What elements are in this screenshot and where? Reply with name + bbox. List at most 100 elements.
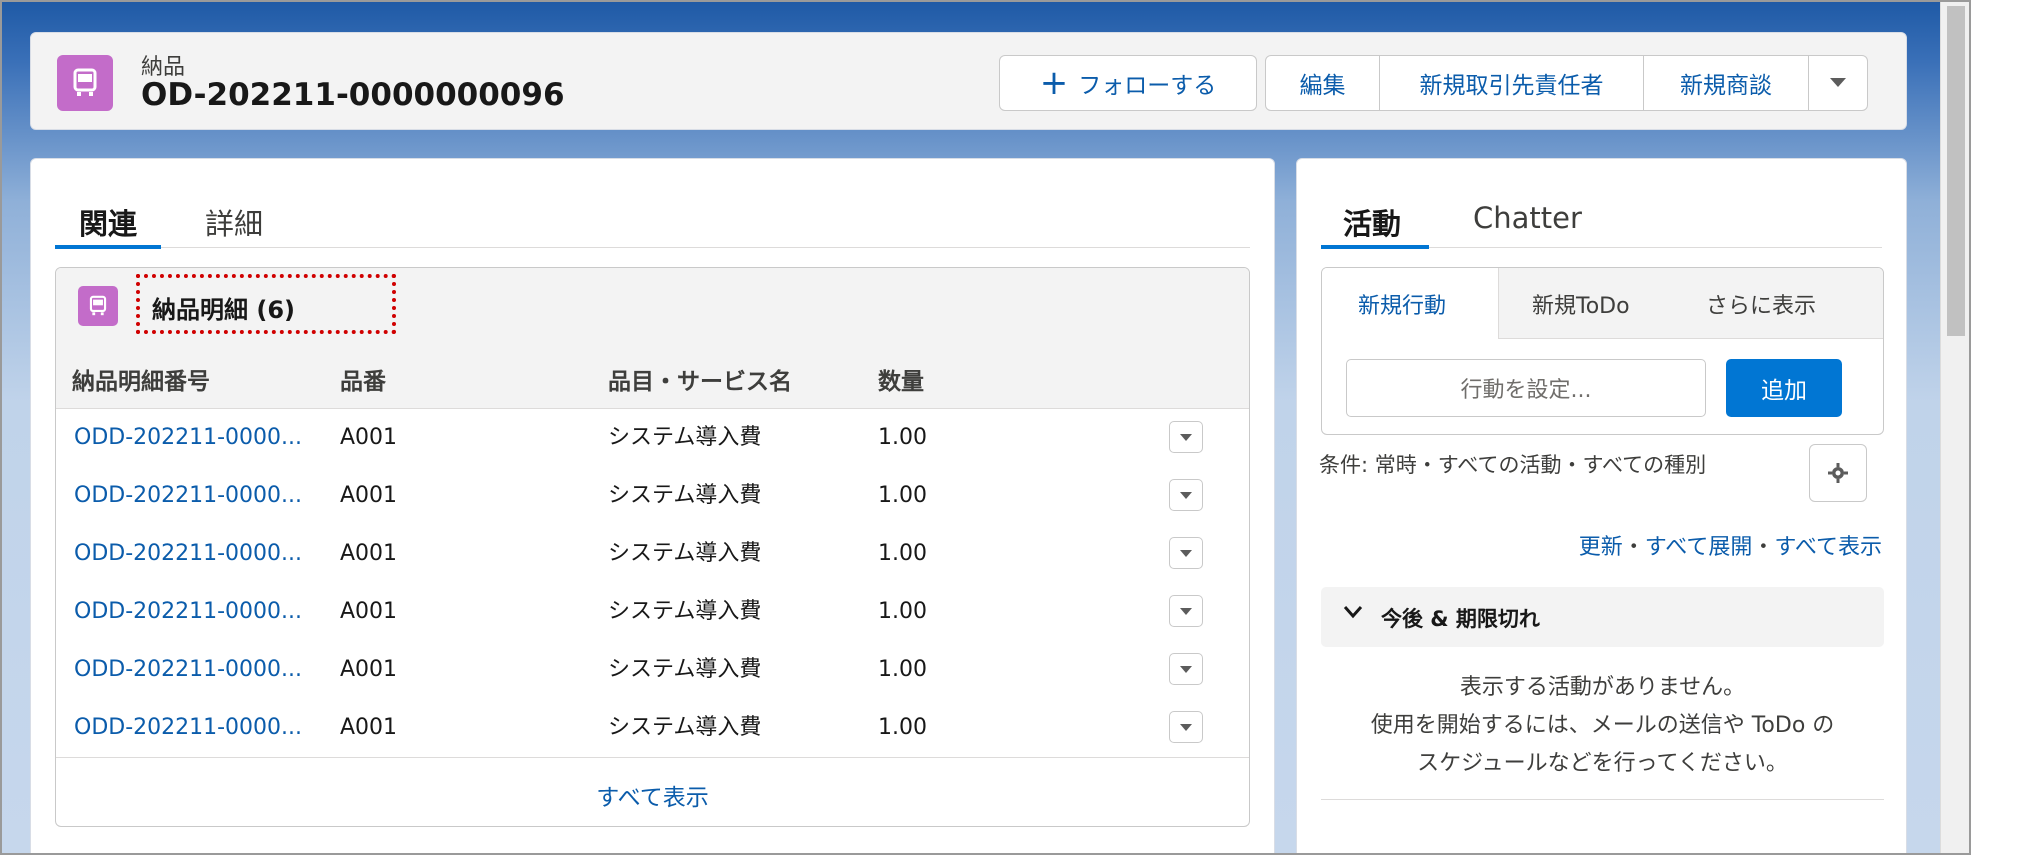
- vertical-scrollbar[interactable]: [1940, 2, 1969, 853]
- record-header: 納品 OD-202211-0000000096 + フォローする 編集 新規取引…: [30, 32, 1907, 130]
- truck-icon: [57, 55, 113, 111]
- row-quantity: 1.00: [878, 657, 927, 682]
- row-actions-button[interactable]: [1169, 653, 1203, 685]
- column-header: 品番: [340, 369, 386, 395]
- refresh-link[interactable]: 更新: [1579, 535, 1623, 560]
- chevron-down-icon: [1830, 78, 1846, 87]
- row-quantity: 1.00: [878, 483, 927, 508]
- related-panel: 関連 詳細 納品明細 (6) 納品明細番号 品番 品目・サービス名 数量 ODD…: [30, 158, 1275, 853]
- row-actions-button[interactable]: [1169, 537, 1203, 569]
- row-quantity: 1.00: [878, 425, 927, 450]
- row-item-name: システム導入費: [608, 657, 762, 682]
- chevron-down-icon: [1180, 723, 1192, 731]
- more-actions-button[interactable]: [1808, 55, 1868, 111]
- tab-details[interactable]: 詳細: [205, 201, 263, 243]
- row-item-name: システム導入費: [608, 483, 762, 508]
- table-row: ODD-202211-0000... A001 システム導入費 1.00: [56, 467, 1249, 526]
- row-number-link[interactable]: ODD-202211-0000...: [74, 425, 302, 450]
- divider: [1321, 799, 1884, 800]
- row-number-link[interactable]: ODD-202211-0000...: [74, 657, 302, 682]
- row-product-code: A001: [340, 541, 398, 566]
- table-row: ODD-202211-0000... A001 システム導入費 1.00: [56, 699, 1249, 758]
- empty-line: 使用を開始するには、メールの送信や ToDo の: [1370, 713, 1835, 738]
- row-actions-button[interactable]: [1169, 595, 1203, 627]
- new-opportunity-button[interactable]: 新規商談: [1643, 55, 1809, 111]
- gear-icon: [1828, 463, 1848, 483]
- tab-new-event[interactable]: 新規行動: [1322, 268, 1499, 339]
- row-quantity: 1.00: [878, 599, 927, 624]
- scrollbar-thumb[interactable]: [1947, 6, 1965, 336]
- chevron-down-icon: [1180, 549, 1192, 557]
- related-list-header: 納品明細 (6): [56, 268, 1249, 347]
- plus-icon: +: [1039, 63, 1069, 103]
- chevron-down-icon: [1180, 433, 1192, 441]
- chevron-down-icon: [1343, 606, 1363, 619]
- separator: ・: [1752, 535, 1775, 560]
- row-item-name: システム導入費: [608, 599, 762, 624]
- row-item-name: システム導入費: [608, 425, 762, 450]
- tab-new-task[interactable]: 新規ToDo: [1532, 288, 1630, 320]
- tab-chatter[interactable]: Chatter: [1473, 201, 1582, 235]
- active-tab-indicator: [1321, 245, 1429, 249]
- section-title: 今後 & 期限切れ: [1381, 607, 1540, 631]
- row-quantity: 1.00: [878, 715, 927, 740]
- column-header: 品目・サービス名: [608, 369, 792, 395]
- view-all-link[interactable]: すべて表示: [1774, 535, 1882, 560]
- row-product-code: A001: [340, 425, 398, 450]
- row-product-code: A001: [340, 715, 398, 740]
- view-all-link[interactable]: すべて表示: [56, 778, 1249, 812]
- tab-more[interactable]: さらに表示: [1706, 288, 1816, 320]
- empty-state-message: 表示する活動がありません。 使用を開始するには、メールの送信や ToDo の ス…: [1321, 669, 1884, 783]
- row-product-code: A001: [340, 599, 398, 624]
- active-tab-indicator: [55, 245, 161, 249]
- table-row: ODD-202211-0000... A001 システム導入費 1.00: [56, 409, 1249, 468]
- follow-button-label: フォローする: [1078, 73, 1217, 99]
- activity-panel: 活動 Chatter 新規行動 新規ToDo さらに表示 行動を設定... 追加…: [1296, 158, 1907, 853]
- row-number-link[interactable]: ODD-202211-0000...: [74, 483, 302, 508]
- table-row: ODD-202211-0000... A001 システム導入費 1.00: [56, 583, 1249, 642]
- row-product-code: A001: [340, 483, 398, 508]
- filter-settings-button[interactable]: [1809, 444, 1867, 502]
- row-product-code: A001: [340, 657, 398, 682]
- row-number-link[interactable]: ODD-202211-0000...: [74, 541, 302, 566]
- related-list-card: 納品明細 (6) 納品明細番号 品番 品目・サービス名 数量 ODD-20221…: [55, 267, 1250, 827]
- record-title: OD-202211-0000000096: [141, 77, 565, 113]
- separator: ・: [1622, 535, 1645, 560]
- activity-composer: 新規行動 新規ToDo さらに表示 行動を設定... 追加: [1321, 267, 1884, 435]
- app-window: 納品 OD-202211-0000000096 + フォローする 編集 新規取引…: [0, 0, 1971, 855]
- left-tab-bar: 関連 詳細: [55, 187, 1250, 249]
- right-tab-bar: 活動 Chatter: [1321, 187, 1882, 249]
- empty-line: 表示する活動がありません。: [1459, 675, 1746, 700]
- row-item-name: システム導入費: [608, 541, 762, 566]
- table-row: ODD-202211-0000... A001 システム導入費 1.00: [56, 525, 1249, 584]
- column-header: 納品明細番号: [72, 369, 210, 395]
- tab-new-event-label: 新規行動: [1358, 294, 1447, 319]
- follow-button[interactable]: + フォローする: [999, 55, 1257, 111]
- upcoming-overdue-section[interactable]: 今後 & 期限切れ: [1321, 587, 1884, 647]
- row-number-link[interactable]: ODD-202211-0000...: [74, 599, 302, 624]
- row-quantity: 1.00: [878, 541, 927, 566]
- filter-text: 条件: 常時・すべての活動・すべての種別: [1319, 453, 1707, 477]
- new-contact-button[interactable]: 新規取引先責任者: [1379, 55, 1644, 111]
- table-header: 納品明細番号 品番 品目・サービス名 数量: [56, 346, 1249, 409]
- column-header: 数量: [878, 369, 924, 395]
- row-item-name: システム導入費: [608, 715, 762, 740]
- activity-tab-row: 新規行動 新規ToDo さらに表示: [1322, 268, 1883, 339]
- tab-related[interactable]: 関連: [79, 201, 137, 243]
- row-actions-button[interactable]: [1169, 421, 1203, 453]
- activity-links: 更新・すべて展開・すべて表示: [1579, 529, 1882, 561]
- empty-line: スケジュールなどを行ってください。: [1417, 751, 1788, 776]
- add-button[interactable]: 追加: [1726, 359, 1842, 417]
- expand-all-link[interactable]: すべて展開: [1645, 535, 1753, 560]
- event-input[interactable]: 行動を設定...: [1346, 359, 1706, 417]
- chevron-down-icon: [1180, 491, 1192, 499]
- row-actions-button[interactable]: [1169, 479, 1203, 511]
- edit-button[interactable]: 編集: [1265, 55, 1380, 111]
- row-number-link[interactable]: ODD-202211-0000...: [74, 715, 302, 740]
- related-list-title[interactable]: 納品明細 (6): [152, 290, 295, 325]
- table-row: ODD-202211-0000... A001 システム導入費 1.00: [56, 641, 1249, 700]
- truck-icon: [78, 286, 118, 326]
- row-actions-button[interactable]: [1169, 711, 1203, 743]
- tab-activity[interactable]: 活動: [1343, 201, 1401, 243]
- chevron-down-icon: [1180, 665, 1192, 673]
